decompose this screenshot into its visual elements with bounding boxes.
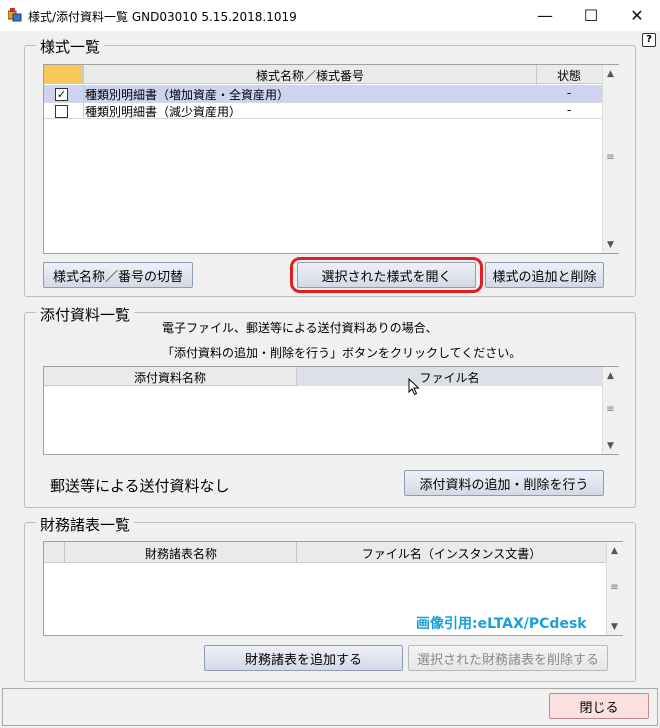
help-icon[interactable]: ?	[642, 33, 656, 47]
col-header-status: 状態	[556, 69, 581, 83]
switch-name-number-button[interactable]: 様式名称／番号の切替	[43, 262, 193, 288]
row-status: -	[566, 103, 572, 117]
scroll-down-arrow[interactable]: ▼	[603, 438, 618, 453]
open-selected-form-button[interactable]: 選択された様式を開く	[297, 262, 476, 288]
add-delete-form-button[interactable]: 様式の追加と削除	[485, 262, 604, 288]
col-separator	[83, 65, 84, 118]
add-delete-attachment-button[interactable]: 添付資料の追加・削除を行う	[404, 470, 604, 496]
scroll-thumb[interactable]: ≡	[607, 582, 622, 593]
scroll-down-arrow[interactable]: ▼	[607, 619, 622, 634]
col-header-form-name: 様式名称／様式番号	[255, 69, 364, 83]
row-checkbox[interactable]	[55, 105, 68, 118]
col-header-statement-name: 財務諸表名称	[144, 547, 217, 561]
attachments-note-line1: 電子ファイル、郵送等による送付資料ありの場合、	[162, 321, 438, 335]
scroll-up-arrow[interactable]: ▲	[603, 66, 618, 81]
close-button[interactable]: 閉じる	[549, 693, 649, 719]
delete-selected-statement-button[interactable]: 選択された財務諸表を削除する	[408, 645, 608, 671]
row-status: -	[566, 86, 572, 100]
scroll-thumb[interactable]: ≡	[603, 404, 618, 415]
minimize-button[interactable]: —	[522, 0, 568, 31]
add-statement-button[interactable]: 財務諸表を追加する	[204, 645, 403, 671]
window-title: 様式/添付資料一覧 GND03010 5.15.2018.1019	[28, 10, 297, 24]
image-credit-watermark: 画像引用:eLTAX/PCdesk	[416, 616, 587, 632]
col-header-attachment-name: 添付資料名称	[133, 371, 206, 385]
row-form-name: 種類別明細書（増加資産・全資産用）	[85, 88, 290, 102]
scroll-up-arrow[interactable]: ▲	[607, 543, 622, 558]
scroll-thumb[interactable]: ≡	[603, 152, 618, 163]
attachments-group-title: 添付資料一覧	[36, 304, 135, 325]
forms-group-title: 様式一覧	[36, 36, 105, 57]
select-all-header[interactable]	[44, 65, 83, 84]
scroll-down-arrow[interactable]: ▼	[603, 237, 618, 252]
scroll-up-arrow[interactable]: ▲	[603, 368, 618, 383]
attachments-note-line2: 「添付資料の追加・削除を行う」ボタンをクリックしてください。	[162, 346, 522, 360]
row-divider	[44, 118, 602, 119]
close-window-button[interactable]: ✕	[614, 0, 660, 31]
col-header-attachment-file: ファイル名	[419, 371, 480, 385]
row-header-corner	[44, 542, 65, 563]
col-header-instance-file: ファイル名（インスタンス文書）	[361, 547, 542, 561]
maximize-button[interactable]: ☐	[568, 0, 614, 31]
financials-group-title: 財務諸表一覧	[36, 514, 135, 535]
no-attachments-text: 郵送等による送付資料なし	[50, 477, 230, 495]
app-icon	[7, 8, 22, 22]
mouse-cursor-icon	[408, 377, 420, 399]
row-checkbox[interactable]: ✓	[55, 88, 68, 101]
